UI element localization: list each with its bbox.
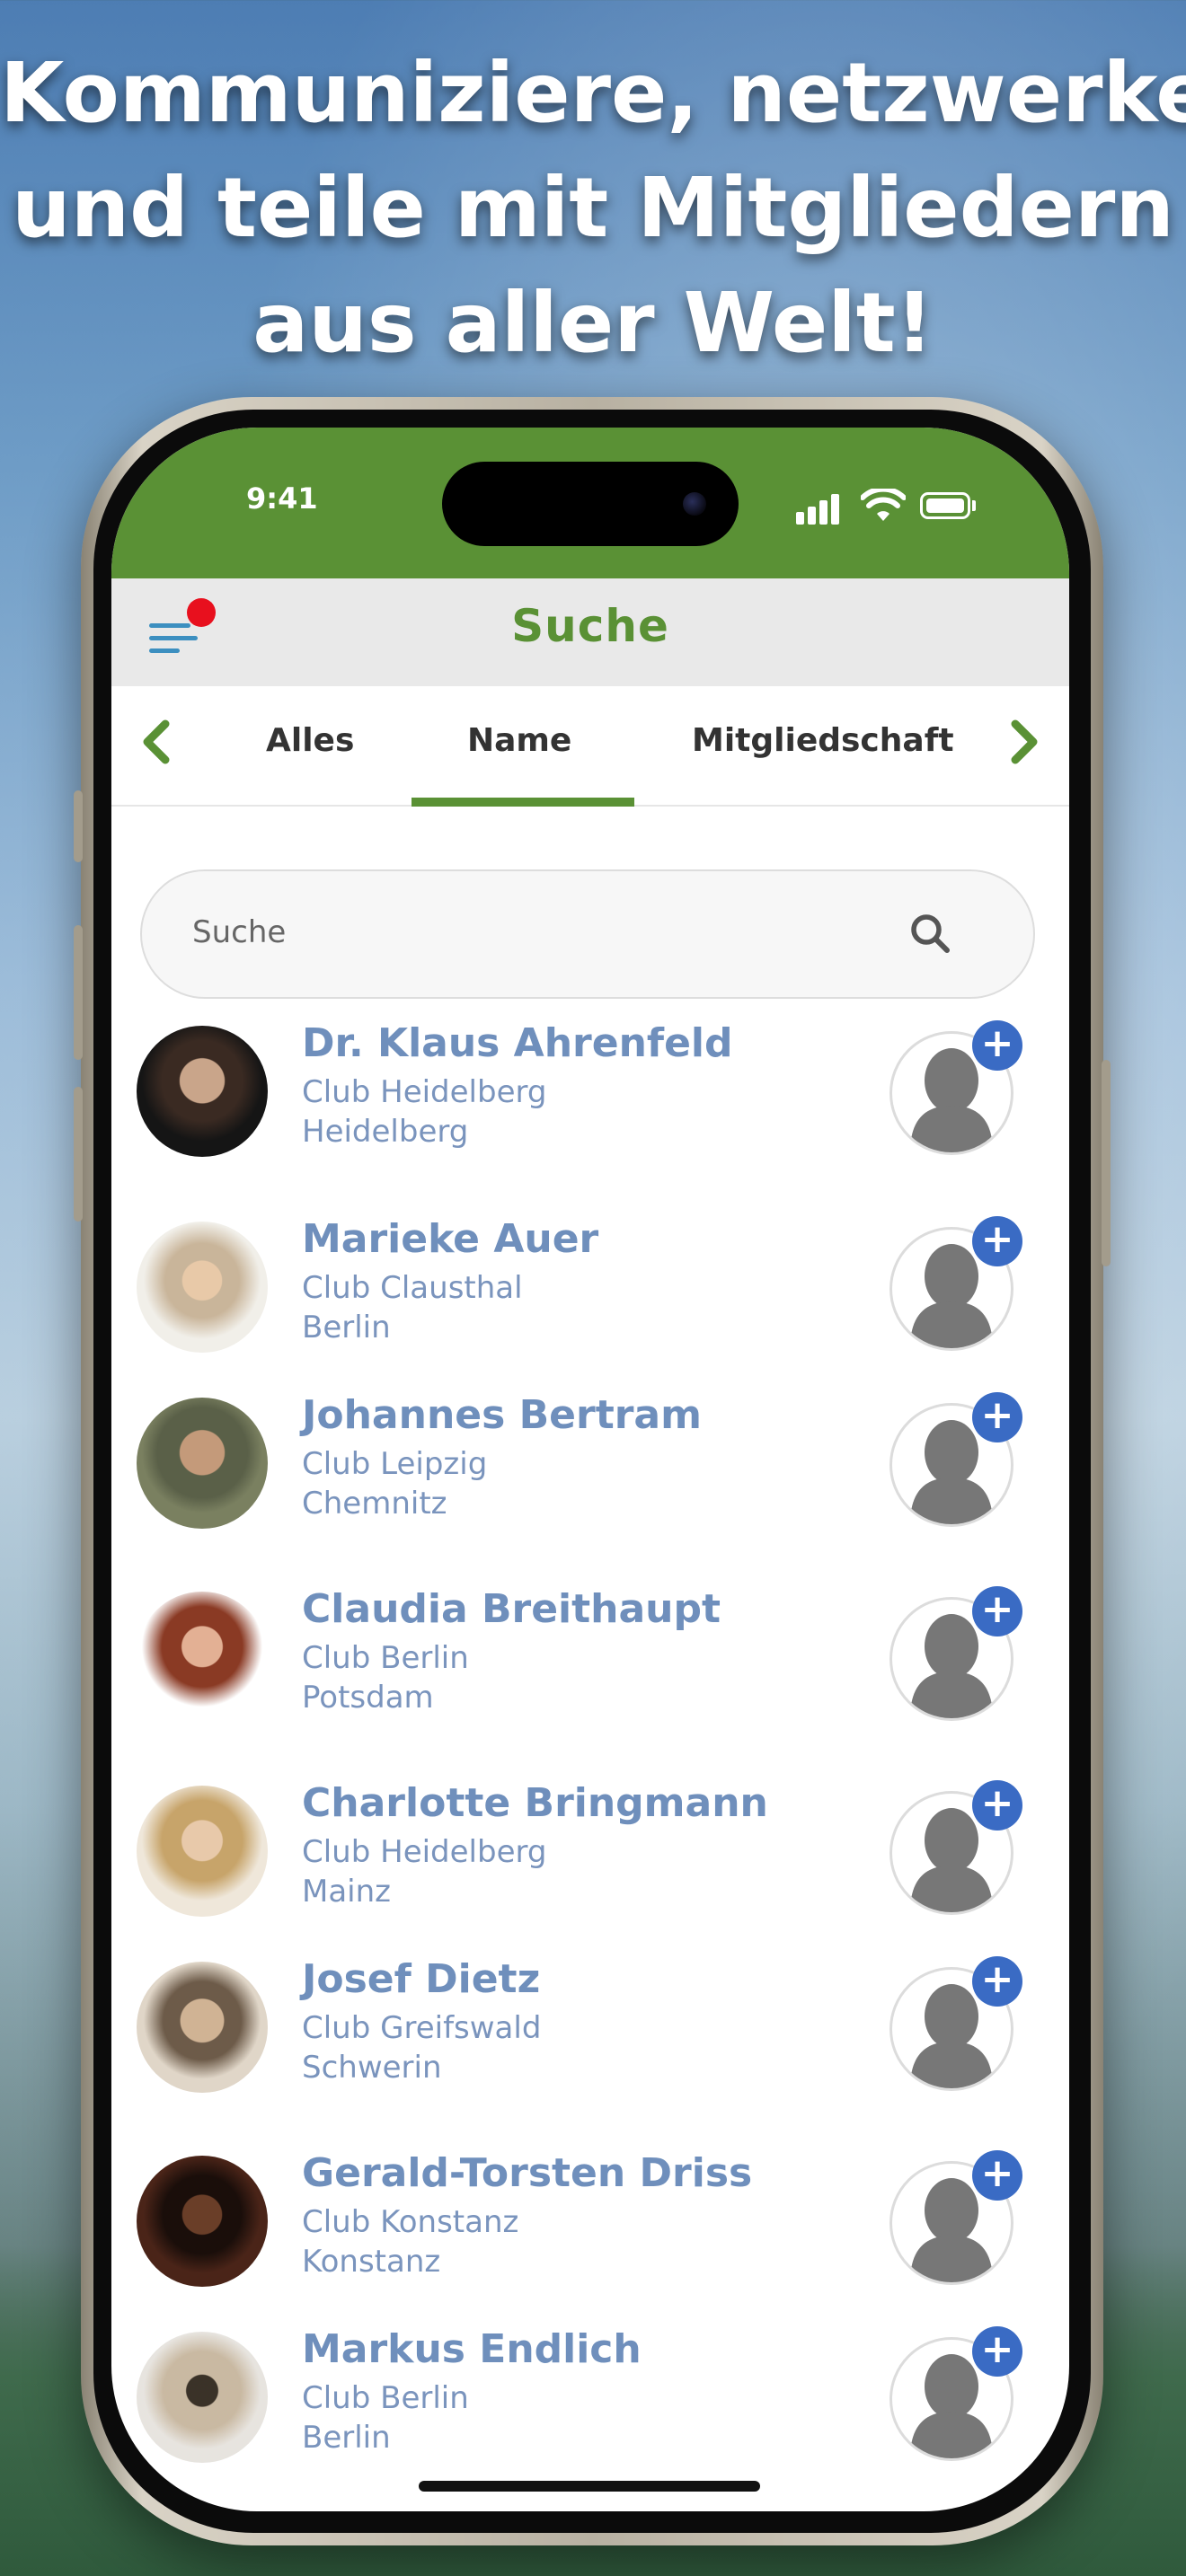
member-row[interactable]: Charlotte Bringmann Club Heidelberg Mainz + — [111, 1780, 1069, 1967]
tab-bar: Alles Name Mitgliedschaft — [111, 686, 1069, 807]
phone-action-button — [74, 790, 83, 862]
phone-side-button — [1102, 1060, 1111, 1266]
member-club: Club Konstanz — [302, 2204, 519, 2240]
member-club: Club Heidelberg — [302, 1834, 547, 1870]
member-name[interactable]: Gerald-Torsten Driss — [302, 2150, 752, 2196]
tab-alles[interactable]: Alles — [266, 722, 354, 759]
member-avatar[interactable] — [137, 1222, 268, 1353]
member-name[interactable]: Josef Dietz — [302, 1956, 540, 2002]
member-avatar[interactable] — [137, 1026, 268, 1157]
plus-icon[interactable]: + — [972, 2150, 1022, 2201]
plus-icon[interactable]: + — [972, 1586, 1022, 1636]
member-name[interactable]: Claudia Breithaupt — [302, 1586, 721, 1632]
add-contact-button[interactable]: + — [886, 2326, 1022, 2466]
add-contact-button[interactable]: + — [886, 1586, 1022, 1726]
headline-line-3: aus aller Welt! — [252, 275, 934, 371]
marketing-headline: Kommuniziere, netzwerke und teile mit Mi… — [0, 36, 1186, 381]
member-row[interactable]: Josef Dietz Club Greifswald Schwerin + — [111, 1956, 1069, 2143]
plus-icon[interactable]: + — [972, 1956, 1022, 2007]
member-avatar[interactable] — [137, 1786, 268, 1917]
plus-icon[interactable]: + — [972, 2326, 1022, 2377]
status-time: 9:41 — [246, 481, 318, 516]
search-field[interactable]: Suche — [140, 869, 1035, 999]
add-contact-button[interactable]: + — [886, 1216, 1022, 1356]
member-city: Potsdam — [302, 1680, 434, 1716]
chevron-left-icon[interactable] — [131, 715, 185, 769]
add-contact-button[interactable]: + — [886, 2150, 1022, 2290]
member-club: Club Berlin — [302, 1640, 469, 1676]
member-name[interactable]: Johannes Bertram — [302, 1392, 702, 1438]
plus-icon[interactable]: + — [972, 1216, 1022, 1266]
headline-line-1: Kommuniziere, netzwerke — [0, 45, 1186, 141]
member-row[interactable]: Dr. Klaus Ahrenfeld Club Heidelberg Heidel… — [111, 1020, 1069, 1207]
headline-line-2: und teile mit Mitgliedern — [12, 160, 1174, 256]
member-city: Heidelberg — [302, 1114, 469, 1150]
member-city: Berlin — [302, 1310, 391, 1345]
member-avatar[interactable] — [137, 1592, 268, 1723]
plus-icon[interactable]: + — [972, 1392, 1022, 1442]
add-contact-button[interactable]: + — [886, 1392, 1022, 1532]
page-title: Suche — [511, 600, 669, 652]
member-club: Club Heidelberg — [302, 1074, 547, 1110]
member-name[interactable]: Marieke Auer — [302, 1216, 598, 1262]
member-avatar[interactable] — [137, 2156, 268, 2287]
add-contact-button[interactable]: + — [886, 1956, 1022, 2096]
chevron-right-icon[interactable] — [996, 715, 1049, 769]
phone-volume-down — [74, 1087, 83, 1222]
member-city: Chemnitz — [302, 1486, 447, 1522]
member-row[interactable]: Gerald-Torsten Driss Club Konstanz Konstan… — [111, 2150, 1069, 2337]
search-placeholder: Suche — [192, 914, 287, 950]
member-city: Berlin — [302, 2420, 391, 2456]
member-city: Schwerin — [302, 2050, 442, 2086]
add-contact-button[interactable]: + — [886, 1780, 1022, 1920]
member-avatar[interactable] — [137, 1398, 268, 1529]
add-contact-button[interactable]: + — [886, 1020, 1022, 1160]
tab-mitgliedschaft[interactable]: Mitgliedschaft — [692, 722, 954, 759]
member-club: Club Berlin — [302, 2380, 469, 2416]
signal-icon — [796, 489, 850, 525]
member-avatar[interactable] — [137, 2332, 268, 2463]
member-club: Club Leipzig — [302, 1446, 488, 1482]
member-avatar[interactable] — [137, 1962, 268, 2093]
member-club: Club Greifswald — [302, 2010, 542, 2046]
plus-icon[interactable]: + — [972, 1020, 1022, 1071]
member-row[interactable]: Marieke Auer Club Clausthal Berlin + — [111, 1216, 1069, 1403]
member-city: Mainz — [302, 1874, 392, 1910]
app-screen: 9:41 Suche Alles Name Mitgliedschaft Suc… — [111, 428, 1069, 2511]
front-camera — [683, 492, 706, 516]
tab-name[interactable]: Name — [467, 722, 571, 759]
phone-volume-up — [74, 925, 83, 1060]
status-bar: 9:41 — [111, 428, 1069, 578]
member-name[interactable]: Charlotte Bringmann — [302, 1780, 768, 1826]
member-name[interactable]: Markus Endlich — [302, 2326, 642, 2372]
wifi-icon — [861, 489, 906, 521]
plus-icon[interactable]: + — [972, 1780, 1022, 1831]
home-indicator — [419, 2481, 760, 2492]
member-name[interactable]: Dr. Klaus Ahrenfeld — [302, 1020, 733, 1066]
member-city: Konstanz — [302, 2244, 441, 2280]
active-tab-indicator — [412, 798, 634, 807]
member-club: Club Clausthal — [302, 1270, 523, 1306]
member-row[interactable]: Johannes Bertram Club Leipzig Chemnitz + — [111, 1392, 1069, 1579]
status-icons — [796, 489, 976, 525]
app-header: Suche — [111, 578, 1069, 686]
member-row[interactable]: Claudia Breithaupt Club Berlin Potsdam + — [111, 1586, 1069, 1773]
search-icon[interactable] — [906, 909, 956, 959]
battery-icon — [920, 492, 970, 519]
